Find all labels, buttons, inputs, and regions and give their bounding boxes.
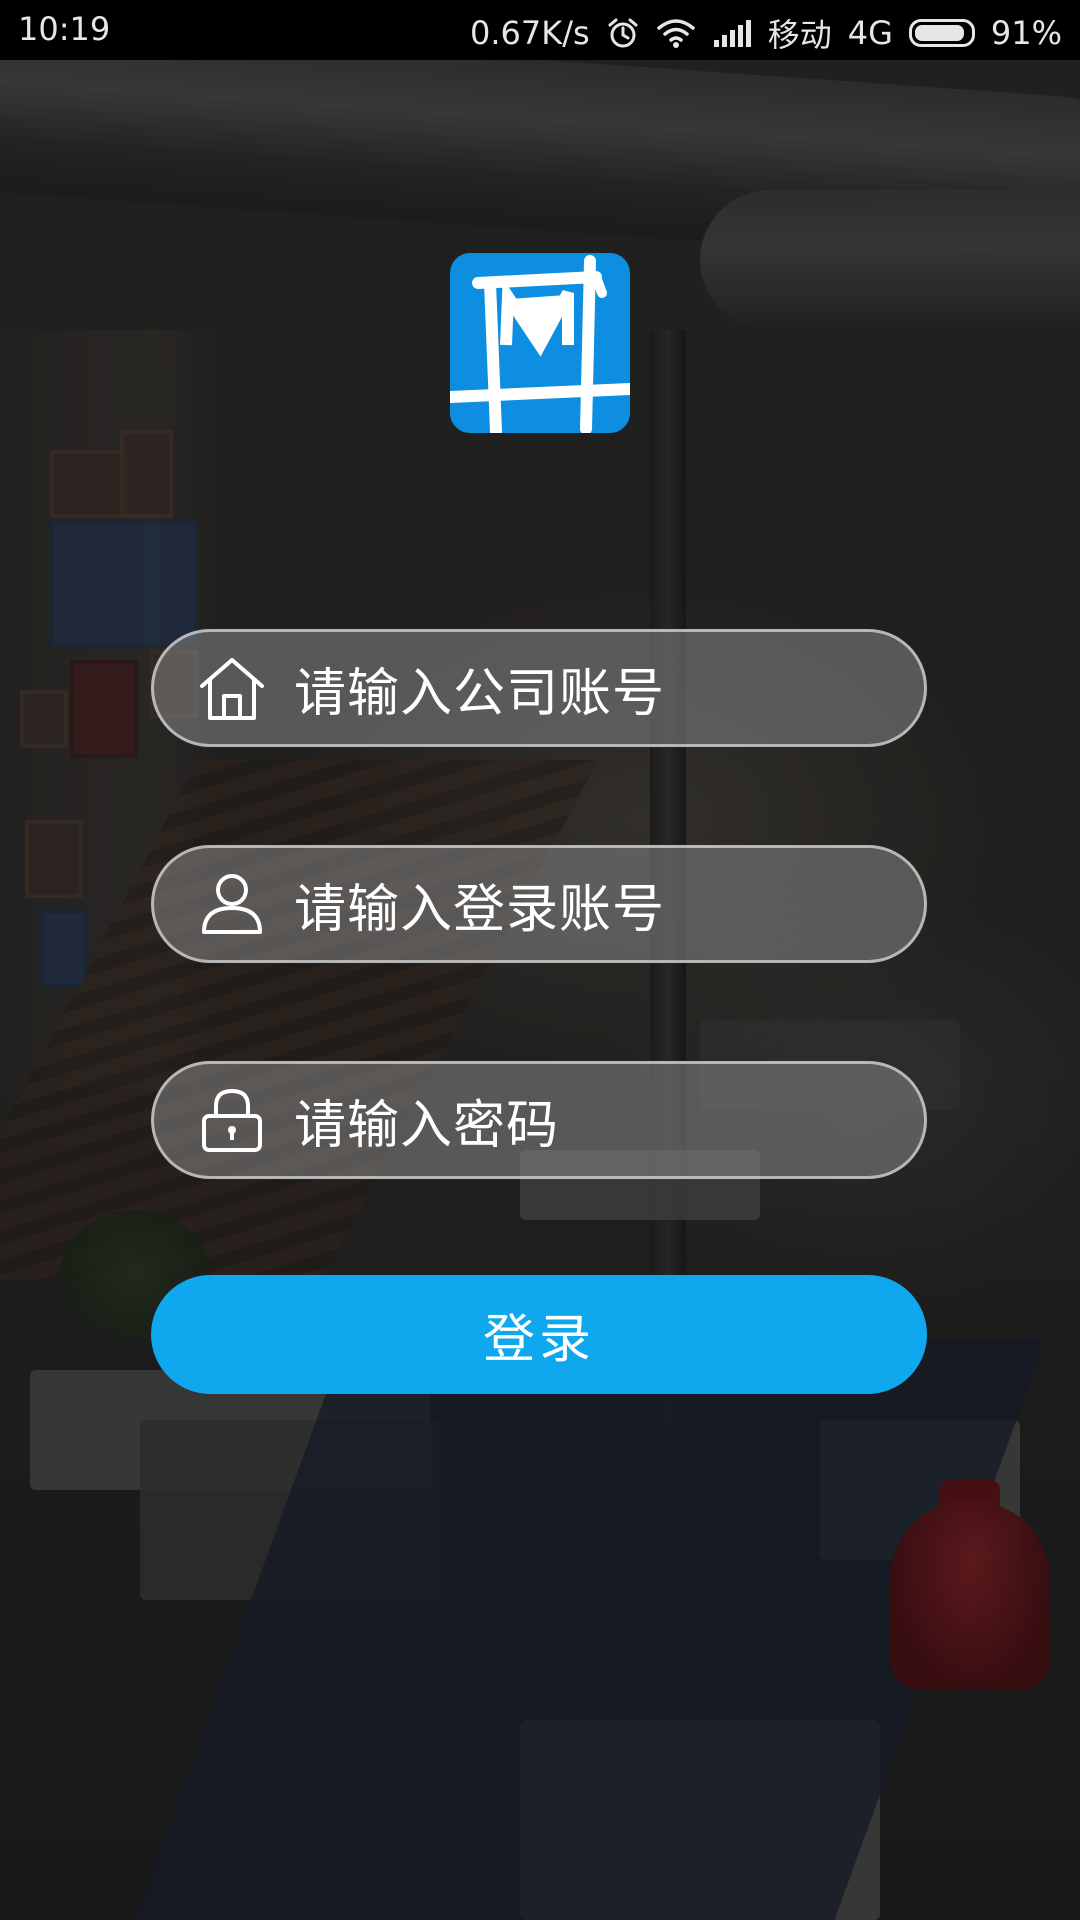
network-speed: 0.67K/s [470,14,590,52]
app-logo-icon [450,255,630,433]
app-logo [450,253,630,433]
person-icon [196,868,268,940]
lock-icon [196,1084,268,1156]
battery-icon [908,19,975,47]
alarm-icon [606,16,640,50]
login-button[interactable]: 登录 [151,1275,927,1394]
battery-percent: 91% [990,14,1062,52]
signal-icon [712,18,752,48]
company-account-placeholder: 请输入公司账号 [294,663,666,724]
password-placeholder: 请输入密码 [294,1095,560,1156]
status-indicators: 0.67K/s 移动 4G 91% [470,10,1062,56]
status-bar: 10:19 0.67K/s 移动 4G 91% [0,0,1080,60]
network-type: 4G [847,14,893,52]
company-account-field[interactable]: 请输入公司账号 [151,629,927,747]
house-icon [196,652,268,724]
password-field[interactable]: 请输入密码 [151,1061,927,1179]
wifi-icon [656,17,696,49]
login-account-placeholder: 请输入登录账号 [294,879,666,940]
login-account-field[interactable]: 请输入登录账号 [151,845,927,963]
status-time: 10:19 [18,10,111,48]
carrier-name: 移动 [767,16,832,54]
battery-level [914,25,964,41]
